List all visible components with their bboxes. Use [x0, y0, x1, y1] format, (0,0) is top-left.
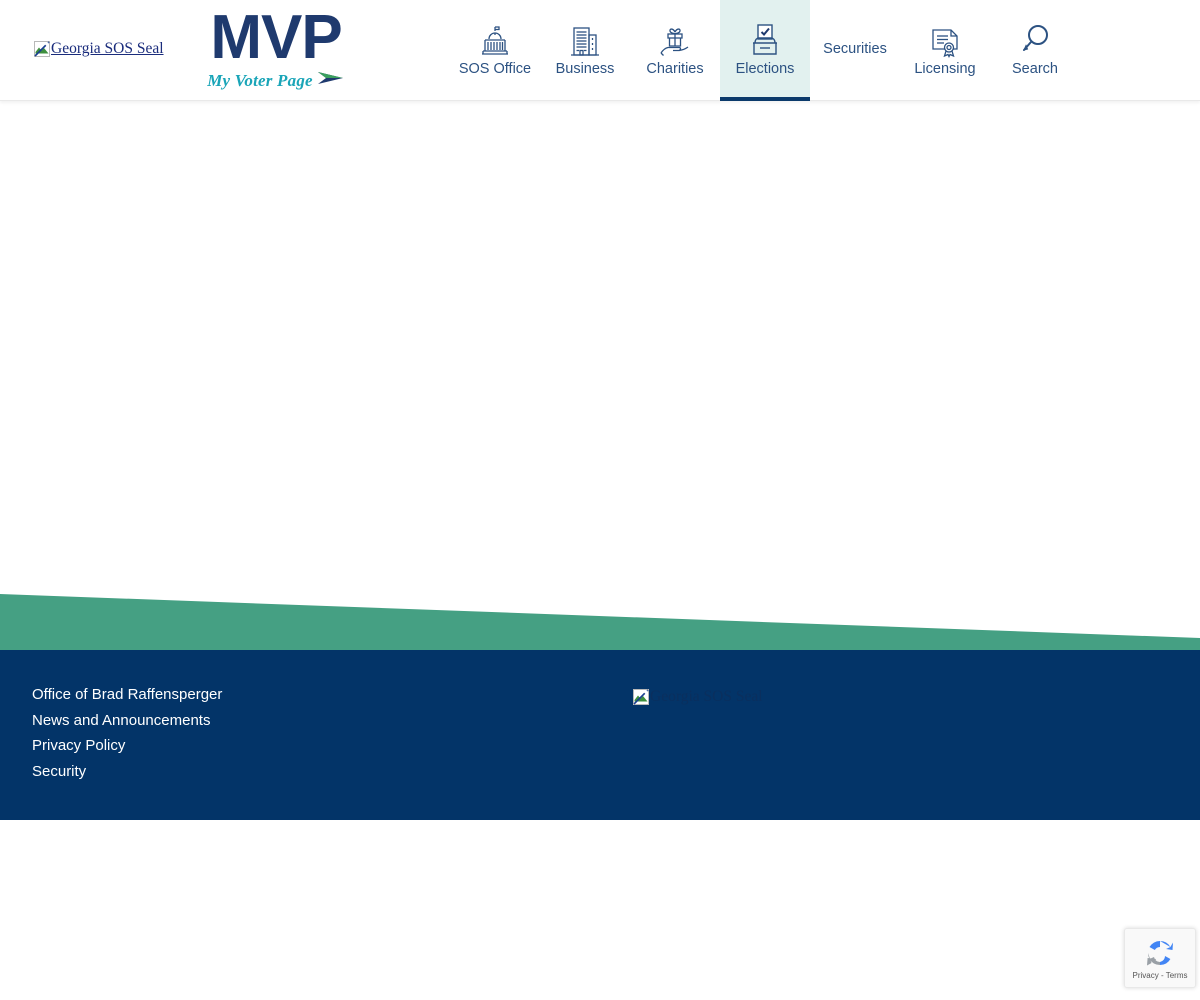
green-wedge-divider	[0, 560, 1200, 652]
mvp-logo-title: MVP	[210, 3, 342, 72]
broken-image-icon	[633, 689, 649, 705]
office-buildings-icon	[567, 21, 603, 59]
site-footer: Office of Brad Raffensperger News and An…	[0, 650, 1200, 820]
footer-link-security[interactable]: Security	[32, 763, 222, 780]
nav-label-securities: Securities	[823, 40, 887, 57]
nav-item-business[interactable]: Business	[540, 0, 630, 101]
header-georgia-sos-seal-link[interactable]: Georgia SOS Seal	[34, 41, 164, 57]
recaptcha-privacy-terms-text[interactable]: Privacy - Terms	[1133, 971, 1188, 980]
search-icon	[1017, 21, 1053, 59]
nav-item-charities[interactable]: Charities	[630, 0, 720, 101]
header-seal-alt-text: Georgia SOS Seal	[51, 40, 164, 58]
mvp-logo[interactable]: MVP My Voter Page	[181, 3, 371, 94]
ballot-box-icon	[747, 21, 783, 59]
nav-label-charities: Charities	[646, 60, 704, 77]
footer-georgia-sos-seal: Georgia SOS Seal	[633, 689, 763, 705]
arrow-chevron-icon	[317, 70, 345, 91]
certificate-icon	[927, 21, 963, 59]
footer-link-privacy-policy[interactable]: Privacy Policy	[32, 737, 222, 754]
nav-label-sos-office: SOS Office	[458, 60, 532, 77]
footer-link-office-of-brad-raffensperger[interactable]: Office of Brad Raffensperger	[32, 686, 222, 703]
mvp-logo-tagline: My Voter Page	[207, 70, 313, 90]
footer-link-news-and-announcements[interactable]: News and Announcements	[32, 712, 222, 729]
recaptcha-icon	[1144, 937, 1176, 969]
nav-label-licensing: Licensing	[914, 60, 976, 77]
nav-item-elections[interactable]: Elections	[720, 0, 810, 101]
nav-item-licensing[interactable]: Licensing	[900, 0, 990, 101]
nav-item-search[interactable]: Search	[990, 0, 1080, 101]
main-navigation: SOS Office Business Charities Elections …	[450, 0, 1080, 101]
footer-links: Office of Brad Raffensperger News and An…	[32, 686, 222, 780]
nav-label-elections: Elections	[735, 60, 795, 77]
gift-in-hand-icon	[656, 21, 694, 59]
nav-label-business: Business	[555, 60, 615, 77]
recaptcha-badge[interactable]: Privacy - Terms	[1124, 928, 1196, 988]
nav-label-search: Search	[1012, 60, 1058, 77]
nav-item-securities[interactable]: Securities	[810, 0, 900, 101]
site-header: Georgia SOS Seal MVP My Voter Page SOS O…	[0, 0, 1200, 101]
nav-item-sos-office[interactable]: SOS Office	[450, 0, 540, 101]
mvp-logo-tagline-wrap: My Voter Page	[181, 70, 371, 91]
capitol-building-icon	[477, 21, 513, 59]
broken-image-icon	[34, 41, 50, 57]
footer-seal-alt-text: Georgia SOS Seal	[650, 688, 763, 706]
